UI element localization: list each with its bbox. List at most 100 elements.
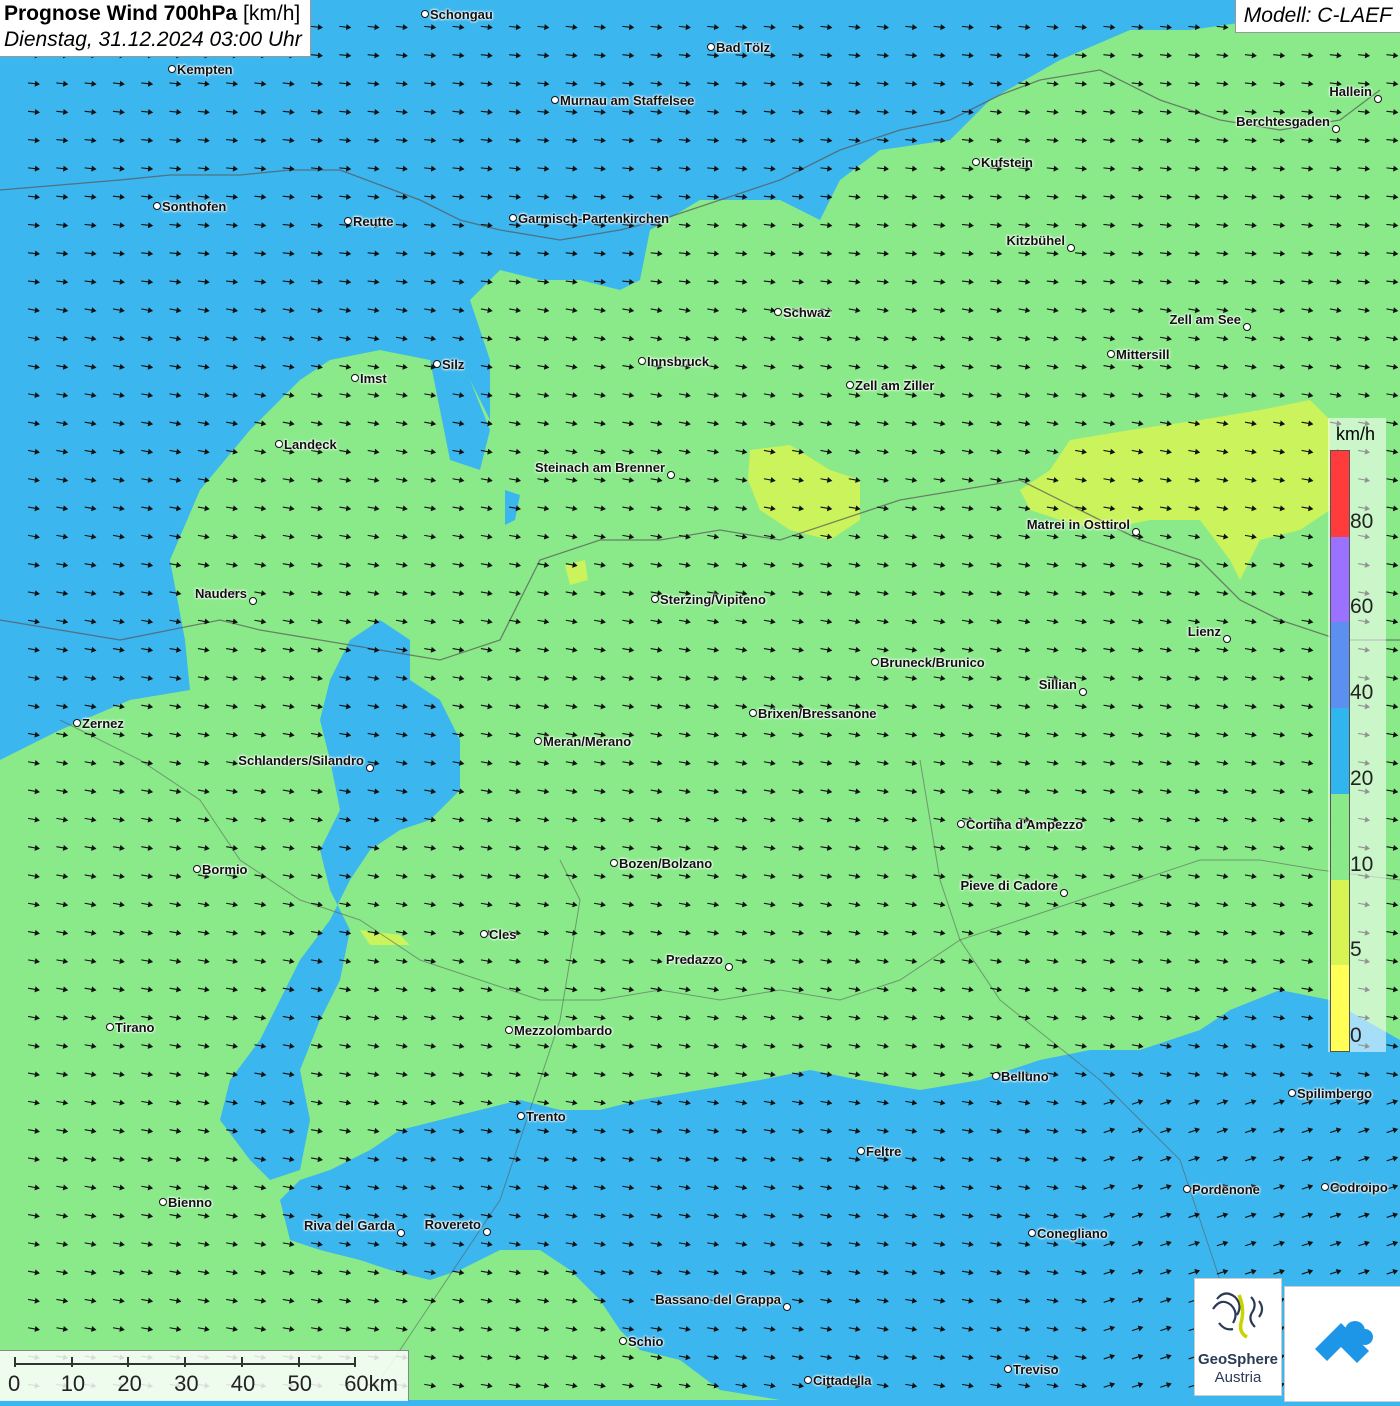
scale-label: 20 [117, 1371, 142, 1396]
city-label: Imst [360, 371, 387, 386]
city-marker[interactable] [73, 719, 81, 727]
scale-label: 60km [344, 1371, 398, 1396]
city-marker[interactable] [1132, 528, 1140, 536]
city-marker[interactable] [638, 357, 646, 365]
scale-tick [240, 1357, 243, 1367]
city-marker[interactable] [275, 440, 283, 448]
city-label: Meran/Merano [543, 734, 632, 749]
city-label: Pordenone [1192, 1182, 1260, 1197]
logo-name: GeoSphere [1197, 1351, 1279, 1368]
city-label: Mezzolombardo [514, 1023, 613, 1038]
city-marker[interactable] [619, 1337, 627, 1345]
city-label: Feltre [866, 1144, 902, 1159]
city-label: Matrei in Osttirol [1026, 517, 1130, 532]
scale-label: 40 [230, 1371, 256, 1396]
city-marker[interactable] [804, 1376, 812, 1384]
legend-swatch [1331, 708, 1349, 794]
city-marker[interactable] [1223, 635, 1231, 643]
city-marker[interactable] [344, 217, 352, 225]
app-logo[interactable] [1284, 1286, 1400, 1402]
city-marker[interactable] [366, 764, 374, 772]
city-label: Murnau am Staffelsee [560, 93, 695, 108]
city-marker[interactable] [725, 963, 733, 971]
city-marker[interactable] [1067, 244, 1075, 252]
geosphere-logo[interactable]: GeoSphere Austria [1194, 1278, 1282, 1396]
city-marker[interactable] [1288, 1089, 1296, 1097]
city-marker[interactable] [551, 96, 559, 104]
city-marker[interactable] [957, 820, 965, 828]
city-label: Sterzing/Vipiteno [660, 592, 766, 607]
city-marker[interactable] [106, 1023, 114, 1031]
city-label: Codroipo [1330, 1180, 1388, 1195]
legend-label: 80 [1350, 509, 1374, 533]
city-marker[interactable] [421, 10, 429, 18]
city-marker[interactable] [1107, 350, 1115, 358]
legend-label: 10 [1350, 852, 1374, 876]
city-marker[interactable] [534, 737, 542, 745]
city-marker[interactable] [159, 1198, 167, 1206]
city-label: Bozen/Bolzano [619, 856, 713, 871]
city-marker[interactable] [1321, 1183, 1329, 1191]
city-marker[interactable] [846, 381, 854, 389]
city-marker[interactable] [509, 214, 517, 222]
city-marker[interactable] [1028, 1229, 1036, 1237]
city-marker[interactable] [153, 202, 161, 210]
scale-tick [127, 1357, 130, 1367]
city-marker[interactable] [249, 597, 257, 605]
city-marker[interactable] [168, 65, 176, 73]
legend-swatch [1331, 793, 1349, 880]
city-marker[interactable] [707, 43, 715, 51]
scale-label: 0 [8, 1371, 21, 1396]
city-marker[interactable] [871, 658, 879, 666]
city-marker[interactable] [972, 158, 980, 166]
city-marker[interactable] [193, 865, 201, 873]
scale-label: 10 [60, 1371, 86, 1396]
city-label: Sonthofen [162, 199, 227, 214]
legend-label: 5 [1350, 938, 1362, 962]
legend-unit: km/h [1336, 424, 1376, 444]
city-marker[interactable] [351, 374, 359, 382]
city-label: Bormio [202, 862, 248, 877]
city-label: Conegliano [1037, 1226, 1108, 1241]
scale-tick [184, 1357, 187, 1367]
city-marker[interactable] [1004, 1365, 1012, 1373]
city-label: Silz [442, 357, 465, 372]
city-label: Bad Tölz [716, 40, 771, 55]
city-marker[interactable] [774, 308, 782, 316]
city-label: Brixen/Bressanone [758, 706, 877, 721]
city-marker[interactable] [857, 1147, 865, 1155]
city-marker[interactable] [749, 709, 757, 717]
city-marker[interactable] [505, 1026, 513, 1034]
legend-swatch [1331, 965, 1349, 1051]
map-title-main: Prognose Wind 700hPa [4, 2, 238, 25]
city-marker[interactable] [1332, 125, 1340, 133]
city-label: Spilimbergo [1297, 1086, 1373, 1101]
city-label: Reutte [353, 214, 394, 229]
city-label: Kempten [177, 62, 233, 77]
city-label: Hallein [1329, 84, 1372, 99]
city-marker[interactable] [1243, 323, 1251, 331]
city-marker[interactable] [992, 1072, 1000, 1080]
city-marker[interactable] [397, 1229, 405, 1237]
city-marker[interactable] [433, 360, 441, 368]
city-marker[interactable] [517, 1112, 525, 1120]
city-label: Bienno [168, 1195, 213, 1210]
city-label: Zell am Ziller [855, 378, 935, 393]
city-marker[interactable] [1079, 688, 1087, 696]
city-label: Innsbruck [647, 354, 710, 369]
legend-swatch [1331, 451, 1349, 537]
city-marker[interactable] [480, 930, 488, 938]
city-label: Steinach am Brenner [534, 460, 665, 475]
city-marker[interactable] [651, 595, 659, 603]
city-marker[interactable] [1374, 95, 1382, 103]
city-marker[interactable] [1060, 889, 1068, 897]
city-marker[interactable] [783, 1303, 791, 1311]
scale-tick [14, 1357, 16, 1367]
legend-label: 20 [1350, 766, 1374, 790]
city-marker[interactable] [610, 859, 618, 867]
legend-swatch [1331, 536, 1349, 623]
city-marker[interactable] [483, 1228, 491, 1236]
city-marker[interactable] [1183, 1185, 1191, 1193]
city-label: Cortina d'Ampezzo [966, 817, 1084, 832]
city-marker[interactable] [667, 471, 675, 479]
